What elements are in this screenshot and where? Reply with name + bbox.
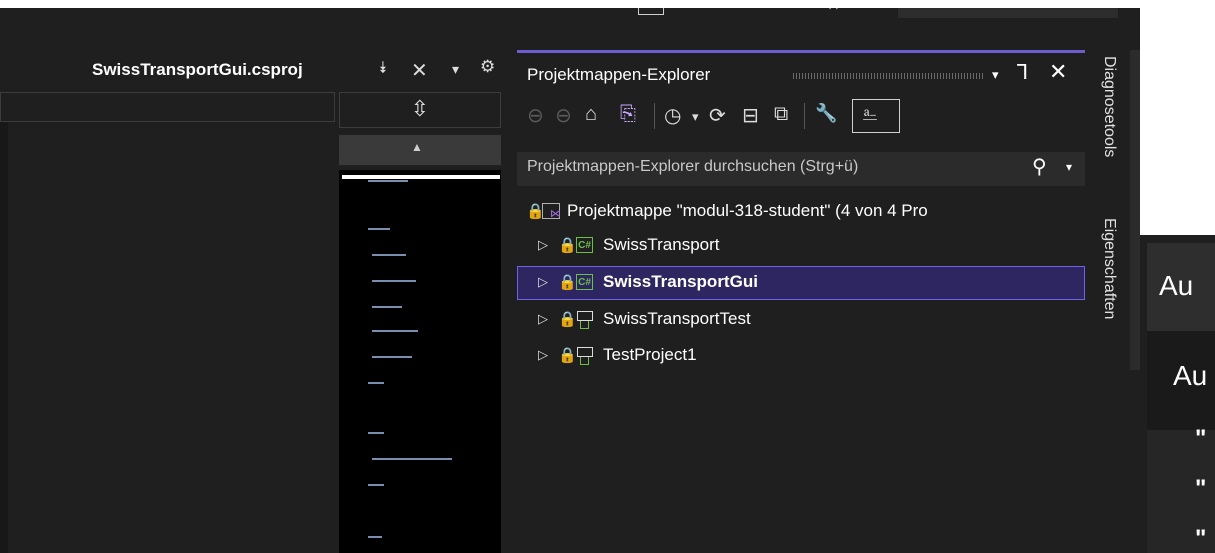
lock-icon: 🔒 <box>558 347 577 364</box>
search-icon[interactable]: ⚲ <box>1032 154 1047 179</box>
properties-icon[interactable]: 🔧 <box>815 103 837 124</box>
right-panel-quote: " <box>1195 475 1207 502</box>
test-project-icon <box>575 311 594 329</box>
tab-pin-icon[interactable]: ⯯ <box>378 60 388 78</box>
minimap-line <box>368 228 390 230</box>
tab-diagnosetools[interactable]: Diagnosetools <box>1100 56 1118 157</box>
right-panel-body-text: Au <box>1173 360 1208 391</box>
tree-item-swisstransportgui[interactable]: ▷ 🔒 C# SwissTransportGui <box>517 266 1085 300</box>
solution-explorer-title[interactable]: Projektmappen-Explorer <box>527 65 710 85</box>
editor-tab-title[interactable]: SwissTransportGui.csproj <box>92 60 303 80</box>
title-drag-grip[interactable] <box>793 73 983 79</box>
preview-icon[interactable]: ⎁ <box>862 103 878 126</box>
solution-explorer-panel <box>517 50 1085 553</box>
home-icon[interactable]: ⌂ <box>585 103 597 126</box>
solution-icon: ⋈ <box>542 203 561 220</box>
tree-item-solution[interactable]: 🔒 ⋈ Projektmappe "modul-318-student" (4 … <box>517 196 1085 230</box>
minimap-line <box>368 180 408 182</box>
search-placeholder[interactable]: Projektmappen-Explorer durchsuchen (Strg… <box>527 158 858 176</box>
show-all-files-icon[interactable]: ⧉ <box>774 103 788 126</box>
lock-icon: 🔒 <box>558 311 577 328</box>
minimap-line <box>372 356 412 358</box>
tree-item-label: SwissTransportGui <box>603 272 758 291</box>
minimap-line <box>372 330 418 332</box>
tab-gear-icon[interactable]: ⚙ <box>480 57 495 77</box>
switch-views-icon[interactable]: ⎘ <box>620 103 636 126</box>
minimap-line <box>368 432 384 434</box>
tree-item-swisstransporttest[interactable]: ▷ 🔒 SwissTransportTest <box>517 304 1085 338</box>
tab-close-icon[interactable]: ✕ <box>411 58 428 83</box>
expander-icon[interactable]: ▷ <box>538 237 548 253</box>
lock-icon: 🔒 <box>558 274 577 291</box>
se-dropdown-icon[interactable]: ▾ <box>992 67 999 83</box>
minimap-line <box>368 382 384 384</box>
toolbar-separator <box>804 103 805 129</box>
right-panel-quote: " <box>1195 425 1207 452</box>
minimap-line <box>368 536 382 538</box>
toolbar-separator <box>654 103 655 129</box>
sync-icon[interactable]: ⟳ <box>709 103 726 128</box>
editor-navigation-bar[interactable] <box>0 92 335 122</box>
expander-icon[interactable]: ▷ <box>538 347 548 363</box>
scroll-up-icon[interactable]: ▲ <box>411 140 423 154</box>
expander-icon[interactable]: ▷ <box>538 311 548 327</box>
pending-changes-icon[interactable]: ◷ <box>664 103 681 128</box>
right-panel-header-text: Au <box>1159 270 1194 301</box>
lock-icon: 🔒 <box>558 237 577 254</box>
collapse-all-icon[interactable]: ⊟ <box>742 103 759 128</box>
minimap[interactable] <box>339 170 501 553</box>
panel-splitter[interactable] <box>507 50 517 553</box>
minimap-viewport[interactable] <box>342 175 500 179</box>
minimap-line <box>368 484 384 486</box>
tree-item-label: Projektmappe "modul-318-student" (4 von … <box>567 201 928 220</box>
search-options-dropdown-icon[interactable]: ▾ <box>1066 160 1072 174</box>
tab-eigenschaften[interactable]: Eigenschaften <box>1100 218 1118 319</box>
csharp-project-icon: C# <box>576 237 593 253</box>
minimap-line <box>372 254 406 256</box>
minimap-line <box>372 280 416 282</box>
se-pin-icon[interactable]: Ꞁ <box>1017 60 1028 85</box>
minimap-line <box>372 458 452 460</box>
minimap-line <box>372 306 402 308</box>
tree-item-label: SwissTransport <box>603 235 720 254</box>
expander-icon[interactable]: ▷ <box>538 274 548 290</box>
split-editor-button[interactable]: ⇳ <box>339 92 501 128</box>
back-icon[interactable]: ⊖ <box>527 103 544 128</box>
editor-gutter <box>0 122 8 553</box>
right-panel-quote: " <box>1195 525 1207 552</box>
tree-item-label: TestProject1 <box>603 345 697 364</box>
forward-icon[interactable]: ⊖ <box>555 103 572 128</box>
tree-item-swisstransport[interactable]: ▷ 🔒 C# SwissTransport <box>517 230 1085 264</box>
test-project-icon <box>575 347 594 365</box>
tree-item-testproject1[interactable]: ▷ 🔒 TestProject1 <box>517 340 1085 374</box>
pending-changes-dropdown-icon[interactable]: ▾ <box>692 109 699 125</box>
tree-item-label: SwissTransportTest <box>603 309 751 328</box>
screen-gap <box>0 0 1215 8</box>
tab-dropdown-icon[interactable]: ▾ <box>452 61 459 78</box>
editor-content[interactable] <box>0 122 335 553</box>
side-tab-scroll <box>1130 50 1140 370</box>
csharp-project-icon: C# <box>576 274 593 290</box>
se-close-icon[interactable]: ✕ <box>1049 59 1067 85</box>
screen-gap-right <box>1140 0 1215 235</box>
